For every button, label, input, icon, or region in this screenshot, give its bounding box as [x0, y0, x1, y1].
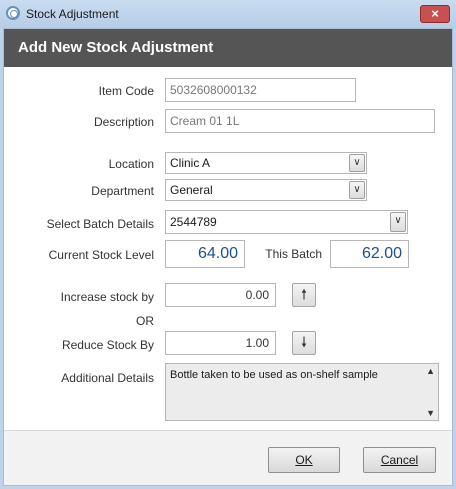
- department-select[interactable]: General ∨: [165, 179, 367, 201]
- window-title: Stock Adjustment: [26, 7, 119, 21]
- title-bar: Stock Adjustment ×: [0, 0, 456, 28]
- stock-adjustment-window: Stock Adjustment × Add New Stock Adjustm…: [0, 0, 456, 489]
- location-label: Location: [108, 157, 154, 171]
- item-code-field[interactable]: 5032608000132: [165, 78, 356, 102]
- dialog-body: Add New Stock Adjustment Item Code 50326…: [3, 28, 453, 486]
- description-field[interactable]: Cream 01 1L: [165, 109, 435, 133]
- batch-value: 2544789: [170, 215, 217, 229]
- this-batch-label: This Batch: [265, 247, 322, 261]
- header-band: Add New Stock Adjustment: [4, 29, 452, 67]
- footer: OK Cancel: [4, 431, 452, 485]
- description-label: Description: [93, 115, 154, 129]
- ok-button[interactable]: OK: [268, 447, 340, 473]
- app-icon: [6, 6, 20, 20]
- reduce-input[interactable]: 1.00: [165, 331, 276, 355]
- close-button[interactable]: ×: [420, 5, 450, 23]
- current-stock-value: 64.00: [165, 240, 245, 268]
- arrow-up-icon[interactable]: 🠕: [292, 283, 316, 307]
- or-label: OR: [136, 314, 154, 328]
- batch-label: Select Batch Details: [46, 217, 154, 231]
- chevron-down-icon[interactable]: ∨: [390, 212, 406, 232]
- location-value: Clinic A: [170, 156, 211, 170]
- scroll-down-icon[interactable]: ▼: [426, 408, 435, 418]
- this-batch-value: 62.00: [330, 240, 409, 268]
- department-label: Department: [91, 184, 154, 198]
- chevron-down-icon[interactable]: ∨: [349, 154, 365, 172]
- scroll-up-icon[interactable]: ▲: [426, 366, 435, 376]
- increase-label: Increase stock by: [60, 290, 154, 304]
- chevron-down-icon[interactable]: ∨: [349, 181, 365, 199]
- arrow-down-icon[interactable]: 🠗: [292, 331, 316, 355]
- location-select[interactable]: Clinic A ∨: [165, 152, 367, 174]
- cancel-button[interactable]: Cancel: [363, 447, 436, 473]
- current-stock-label: Current Stock Level: [48, 248, 154, 262]
- dialog-heading: Add New Stock Adjustment: [18, 39, 214, 56]
- batch-select[interactable]: 2544789 ∨: [165, 210, 408, 234]
- additional-details-text: Bottle taken to be used as on-shelf samp…: [170, 369, 378, 381]
- additional-details-label: Additional Details: [61, 371, 154, 385]
- additional-details-textarea[interactable]: Bottle taken to be used as on-shelf samp…: [165, 363, 439, 421]
- item-code-label: Item Code: [98, 84, 154, 98]
- reduce-label: Reduce Stock By: [61, 338, 154, 352]
- increase-input[interactable]: 0.00: [165, 283, 276, 307]
- department-value: General: [170, 183, 213, 197]
